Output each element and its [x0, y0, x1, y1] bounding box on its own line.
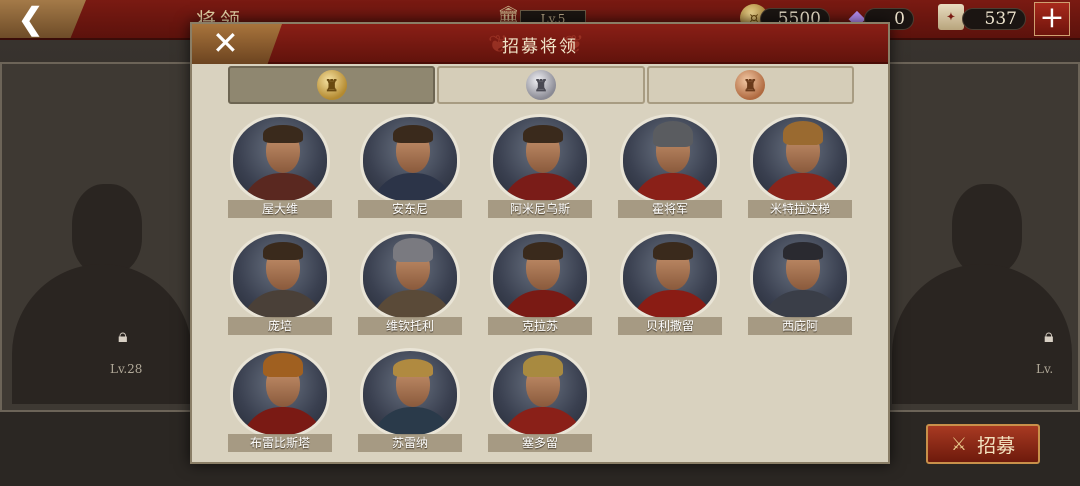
hero-silhouette [12, 184, 192, 404]
hero-name: 贝利撒留 [618, 317, 722, 335]
hero-card[interactable]: 塞多留 [488, 348, 592, 452]
hero-name: 米特拉达梯 [748, 200, 852, 218]
plus-icon: + [1039, 0, 1065, 35]
gold-helmet-icon: ♜ [316, 70, 347, 100]
scroll-count: 537 [962, 8, 1026, 30]
hero-portrait [230, 114, 330, 204]
hero-portrait [230, 231, 330, 321]
lock-icon: 🔒︎ [1044, 326, 1054, 347]
hero-card[interactable]: 维钦托利 [358, 231, 462, 335]
hero-card[interactable]: 屋大维 [228, 114, 332, 218]
hero-card[interactable]: 布雷比斯塔 [228, 348, 332, 452]
lock-icon: 🔒︎ [118, 326, 128, 347]
hero-portrait [750, 231, 850, 321]
hero-name: 安东尼 [358, 200, 462, 218]
hero-portrait [490, 348, 590, 438]
hero-card[interactable]: 安东尼 [358, 114, 462, 218]
back-button[interactable]: ❮ [0, 0, 86, 38]
tab-silver[interactable]: ♜ [437, 66, 645, 104]
right-level-label: Lv. [1036, 362, 1054, 376]
hero-name: 阿米尼乌斯 [488, 200, 592, 218]
hero-card[interactable]: 庞培 [228, 231, 332, 335]
hero-name: 塞多留 [488, 434, 592, 452]
game-screen: { "topbar": { "page_title": "将领", "level… [0, 0, 1080, 486]
hero-card[interactable]: 贝利撒留 [618, 231, 722, 335]
tab-gold[interactable]: ♜ [228, 66, 436, 104]
hero-portrait [620, 231, 720, 321]
hero-name: 维钦托利 [358, 317, 462, 335]
close-button[interactable]: ✕ [192, 24, 282, 64]
add-resource-button[interactable]: + [1034, 2, 1070, 36]
hero-portrait [490, 231, 590, 321]
hero-name: 庞培 [228, 317, 332, 335]
hero-name: 苏雷纳 [358, 434, 462, 452]
dialog-title: 招募将领 [502, 37, 578, 57]
recruit-dialog: ❦ ❦ 招募将领 ✕ ♜ ♜ ♜ 屋大维 安东尼 阿米尼乌斯 霍将军 米特拉达梯… [190, 22, 890, 464]
close-icon: ✕ [212, 24, 239, 62]
hero-grid: 屋大维 安东尼 阿米尼乌斯 霍将军 米特拉达梯 庞培 维钦托利 克拉苏 贝利撒留… [228, 114, 854, 452]
hero-portrait [360, 114, 460, 204]
hero-card[interactable]: 米特拉达梯 [748, 114, 852, 218]
silver-helmet-icon: ♜ [525, 70, 556, 100]
recruit-button[interactable]: ⚔ 招募 [926, 424, 1040, 464]
recruit-button-label: 招募 [977, 434, 1016, 457]
tab-bronze[interactable]: ♜ [646, 66, 854, 104]
hero-name: 屋大维 [228, 200, 332, 218]
hero-portrait [230, 348, 330, 438]
hero-name: 霍将军 [618, 200, 722, 218]
recruit-scroll-icon: ✦ [938, 4, 964, 30]
hero-card[interactable]: 西庇阿 [748, 231, 852, 335]
dialog-header: ❦ ❦ 招募将领 ✕ [192, 24, 888, 64]
helmet-plus-icon: ⚔ [950, 433, 968, 455]
hero-portrait [360, 231, 460, 321]
hero-portrait [490, 114, 590, 204]
hero-name: 克拉苏 [488, 317, 592, 335]
hero-card[interactable]: 苏雷纳 [358, 348, 462, 452]
hero-portrait [750, 114, 850, 204]
left-hero-slot[interactable]: 🔒︎ Lv.28 [0, 62, 200, 412]
hero-name: 西庇阿 [748, 317, 852, 335]
hero-card[interactable]: 霍将军 [618, 114, 722, 218]
hero-name: 布雷比斯塔 [228, 434, 332, 452]
left-level-label: Lv.28 [110, 362, 143, 376]
hero-card[interactable]: 克拉苏 [488, 231, 592, 335]
right-hero-slot[interactable]: 🔒︎ Lv. [880, 62, 1080, 412]
hero-card[interactable]: 阿米尼乌斯 [488, 114, 592, 218]
bronze-helmet-icon: ♜ [735, 70, 766, 100]
tier-tabs: ♜ ♜ ♜ [228, 66, 854, 106]
chevron-left-icon: ❮ [18, 1, 44, 37]
hero-portrait [620, 114, 720, 204]
hero-portrait [360, 348, 460, 438]
